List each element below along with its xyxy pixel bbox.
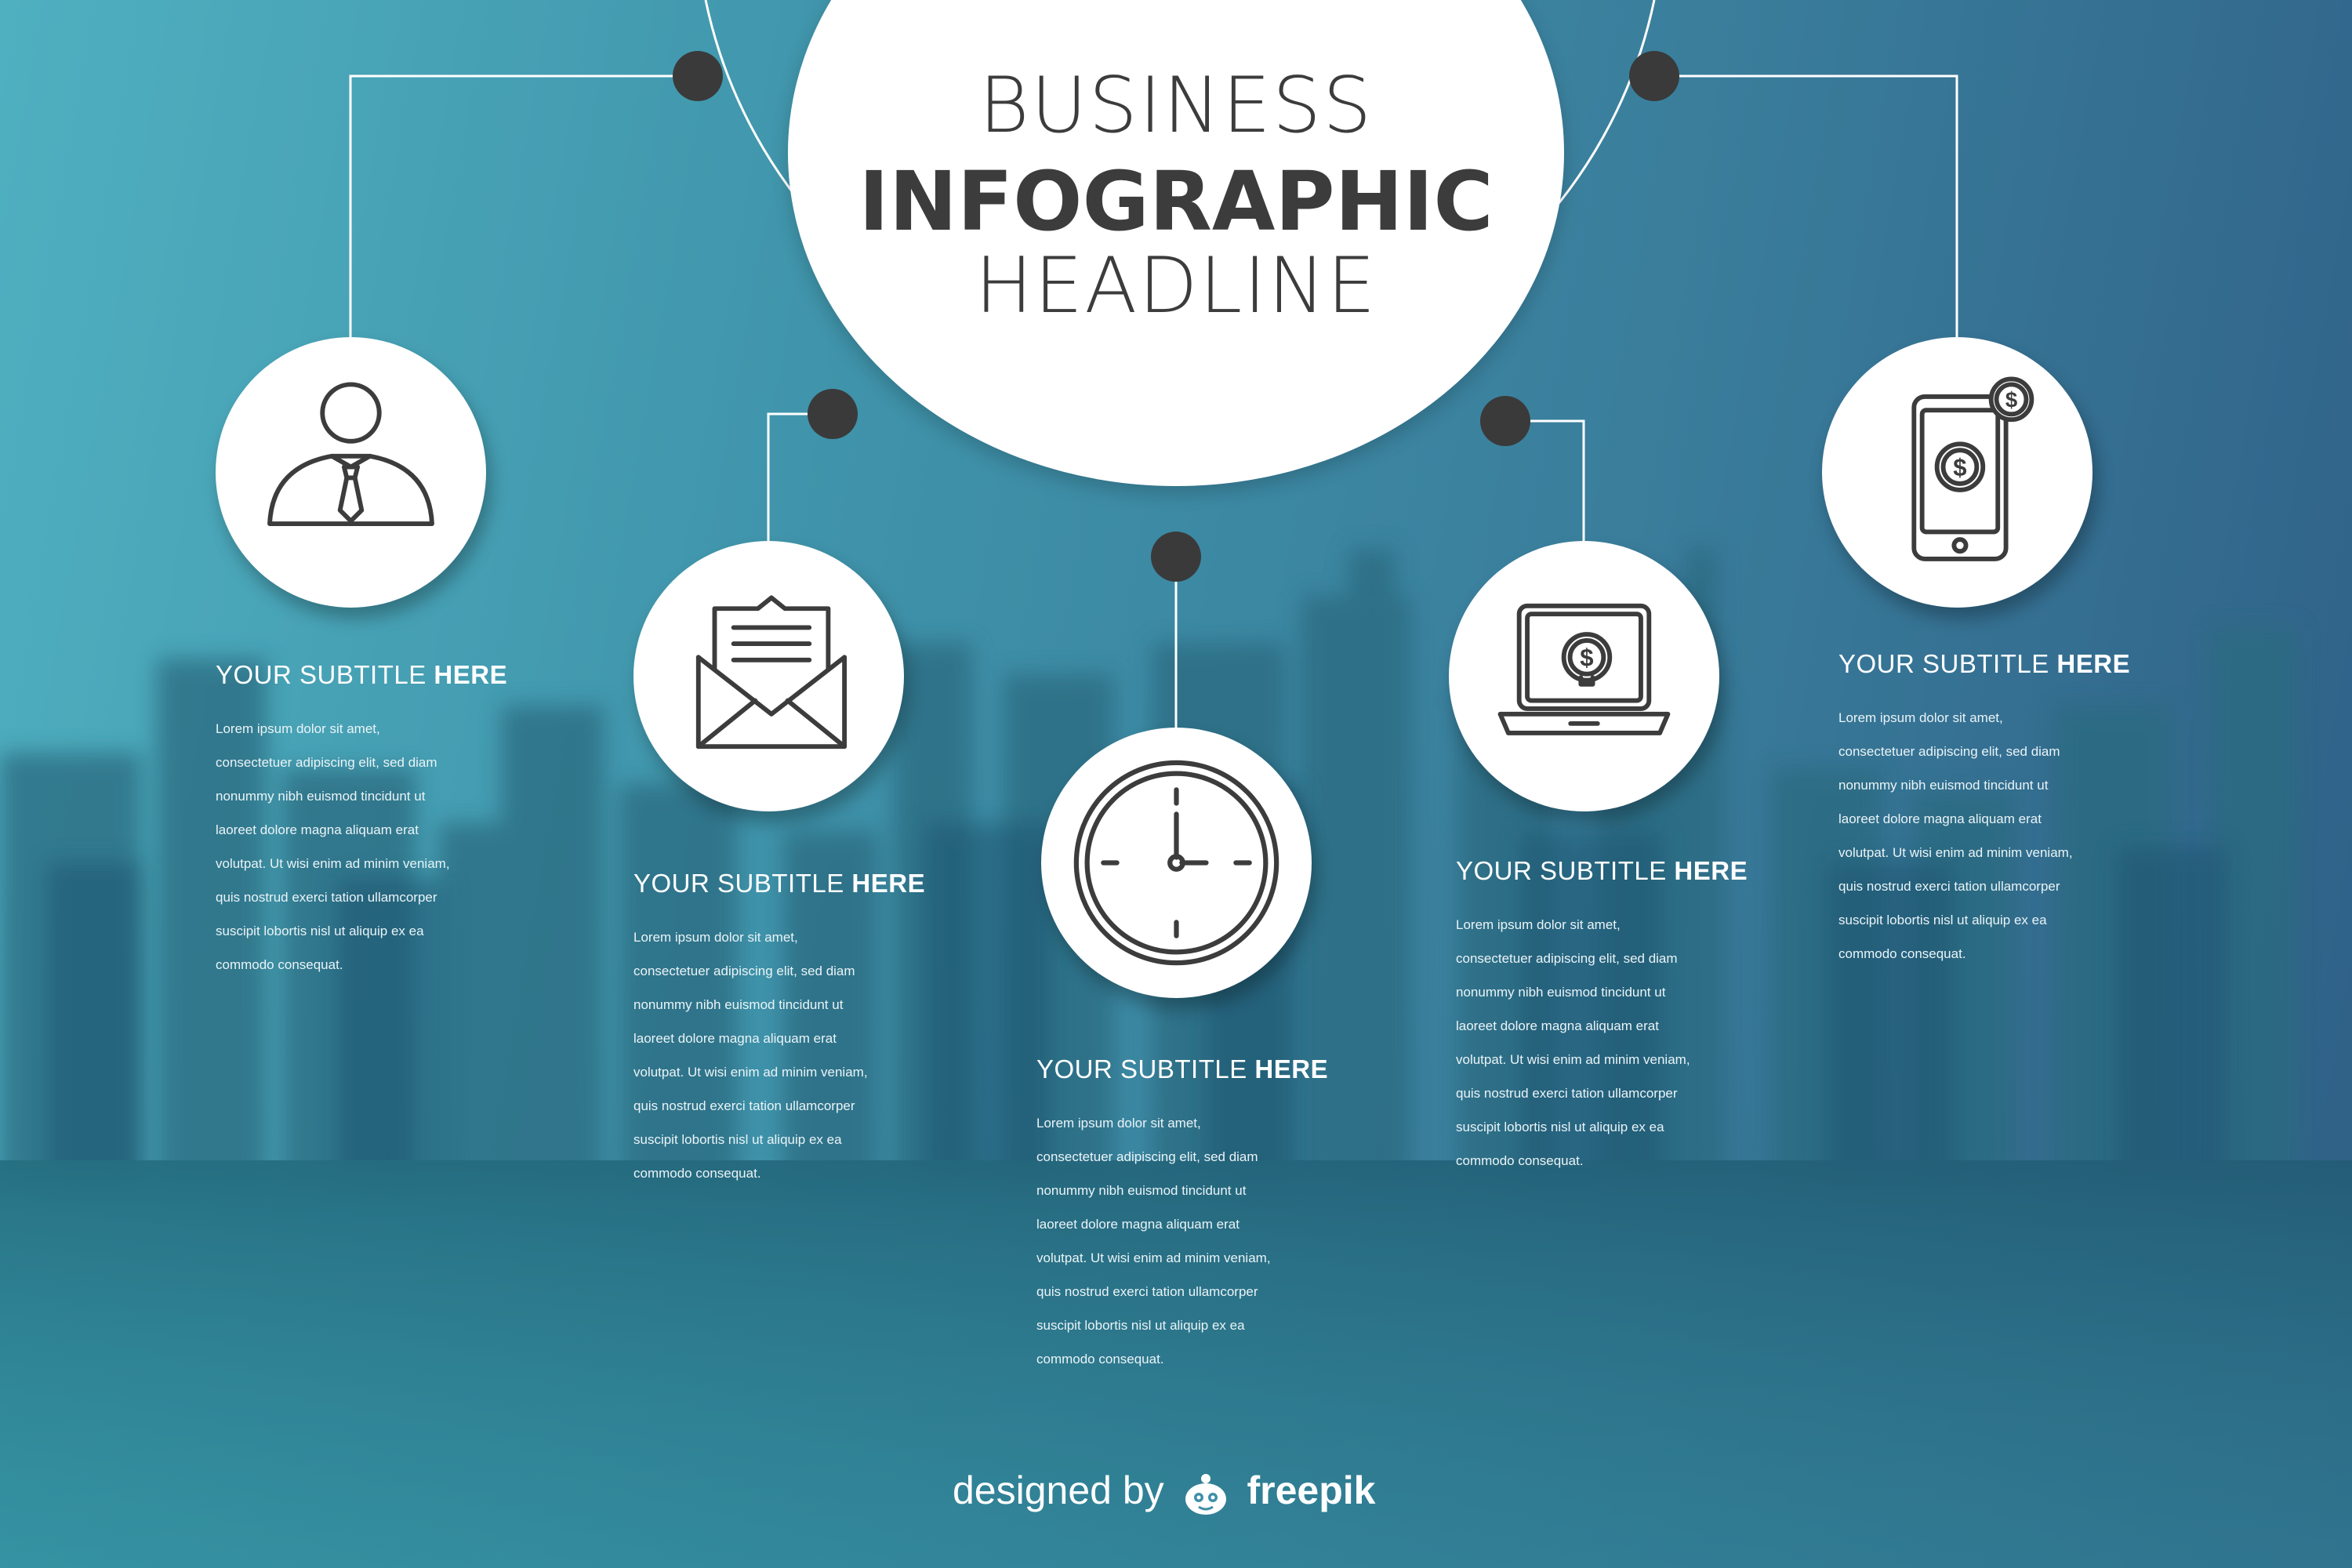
body-text: Lorem ipsum dolor sit amet, consectetuer … <box>1456 917 1690 1168</box>
text-block-4: YOUR SUBTITLE HERE Lorem ipsum dolor sit… <box>1456 856 1817 1178</box>
icon-circle-5: $ $ <box>1822 337 2092 608</box>
icon-circle-3 <box>1041 728 1312 998</box>
icon-circle-2 <box>633 541 904 811</box>
laptop-dollar-icon: $ <box>1497 603 1671 735</box>
clock-icon <box>1073 760 1279 966</box>
headline-line-2: INFOGRAPHIC <box>858 154 1494 249</box>
subtitle: YOUR SUBTITLE HERE <box>1456 856 1748 885</box>
connector-5 <box>1654 74 1958 337</box>
infographic-canvas: BUSINESS INFOGRAPHIC HEADLINE $ $ $ YOUR… <box>0 0 2352 1568</box>
svg-text:$: $ <box>1953 454 1966 481</box>
subtitle: YOUR SUBTITLE HERE <box>216 660 508 689</box>
freepik-mascot-icon <box>1185 1473 1226 1515</box>
icon-circle-4: $ <box>1449 541 1719 811</box>
text-block-2: YOUR SUBTITLE HERE Lorem ipsum dolor sit… <box>633 869 994 1190</box>
designed-by-credit: designed by freepik <box>953 1468 1375 1518</box>
subtitle: YOUR SUBTITLE HERE <box>633 869 926 898</box>
body-text: Lorem ipsum dolor sit amet, consectetuer … <box>216 721 450 972</box>
node-dot-2 <box>808 389 858 439</box>
freepik-logo-text: freepik <box>1247 1468 1376 1512</box>
body-text: Lorem ipsum dolor sit amet, consectetuer … <box>1838 710 2073 961</box>
node-dot-3 <box>1151 532 1201 582</box>
text-block-5: YOUR SUBTITLE HERE Lorem ipsum dolor sit… <box>1838 649 2199 971</box>
body-text: Lorem ipsum dolor sit amet, consectetuer … <box>1036 1116 1271 1367</box>
icon-circle-1 <box>216 337 486 608</box>
text-block-1: YOUR SUBTITLE HERE Lorem ipsum dolor sit… <box>216 660 576 982</box>
svg-text:$: $ <box>2005 388 2017 412</box>
headline-line-3: HEADLINE <box>975 241 1377 331</box>
envelope-letter-icon <box>695 595 848 750</box>
svg-text:$: $ <box>1580 644 1593 672</box>
businessman-icon <box>267 382 434 526</box>
credit-prefix: designed by <box>953 1468 1164 1512</box>
body-text: Lorem ipsum dolor sit amet, consectetuer … <box>633 930 868 1181</box>
connector-1 <box>349 74 698 337</box>
node-dot-1 <box>673 51 723 101</box>
node-dot-4 <box>1480 396 1530 446</box>
subtitle: YOUR SUBTITLE HERE <box>1036 1054 1329 1083</box>
subtitle: YOUR SUBTITLE HERE <box>1838 649 2131 678</box>
headline-line-1: BUSINESS <box>978 61 1374 151</box>
phone-dollar-icon: $ $ <box>1911 376 2034 561</box>
node-dot-5 <box>1629 51 1679 101</box>
text-block-3: YOUR SUBTITLE HERE Lorem ipsum dolor sit… <box>1036 1054 1397 1376</box>
